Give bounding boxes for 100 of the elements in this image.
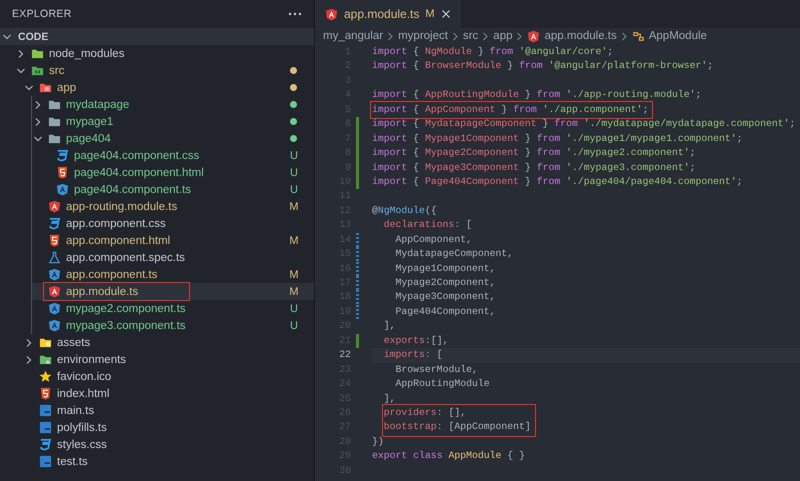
chevron-down-icon[interactable] <box>16 66 26 76</box>
code-line: declarations: [ <box>382 218 473 232</box>
html-file-icon <box>48 234 61 247</box>
chevron-right-icon[interactable] <box>33 116 43 126</box>
breadcrumb-item[interactable]: app.module.ts <box>544 30 617 42</box>
file-row[interactable]: page404.component.css U <box>32 147 314 164</box>
code-line: import { Mypage2Component } from './mypage2.component'; <box>372 146 696 160</box>
ts-file-icon <box>39 404 52 417</box>
chevron-right-icon[interactable] <box>24 354 34 364</box>
file-row[interactable]: favicon.ico <box>0 368 314 385</box>
git-status-label: M <box>288 268 300 280</box>
chevron-right-icon[interactable] <box>16 48 26 58</box>
angular-shield-icon <box>527 30 540 42</box>
breadcrumb-item[interactable]: myproject <box>398 30 448 42</box>
angular-shield-icon <box>56 183 69 196</box>
folder-icon <box>31 64 44 77</box>
more-icon[interactable] <box>288 12 302 16</box>
file-row[interactable]: main.ts <box>0 402 314 419</box>
breadcrumb-item[interactable]: my_angular <box>323 30 384 42</box>
code-line: import { Mypage1Component } from './mypage1/mypage1.component'; <box>372 132 744 146</box>
angular-shield-icon <box>48 200 61 213</box>
section-header[interactable]: CODE <box>0 28 314 45</box>
code-line: import { NgModule } from '@angular/core'; <box>372 45 614 59</box>
code-line: AppRoutingModule <box>394 377 491 392</box>
folder-icon <box>48 132 61 145</box>
folder-icon <box>39 336 52 349</box>
code-line: import { AppRoutingModule } from './app-routing.module'; <box>372 88 702 102</box>
folder-row[interactable]: src <box>0 62 314 79</box>
code-line: Page404Component, <box>394 304 496 319</box>
file-row[interactable]: polyfills.ts <box>0 419 314 436</box>
code-line: providers: [], <box>384 406 468 420</box>
module-symbol-icon <box>632 30 645 42</box>
flask-icon <box>48 251 61 264</box>
code-line: import { Page404Component } from './page404/page404.component'; <box>372 174 744 189</box>
star-icon <box>39 370 52 383</box>
code-line: ], <box>382 392 397 406</box>
breadcrumb-item[interactable]: src <box>462 30 478 42</box>
folder-row[interactable]: app <box>0 79 314 96</box>
file-row[interactable]: page404.component.html U <box>32 164 314 181</box>
folder-row[interactable]: mydatapage <box>32 96 314 113</box>
angular-shield-icon <box>325 8 338 20</box>
code-line: MydatapageComponent, <box>394 247 514 262</box>
close-icon[interactable] <box>440 9 451 19</box>
file-row[interactable]: page404.component.ts U <box>32 181 314 198</box>
file-row[interactable]: index.html <box>0 385 314 402</box>
chevron-right-icon <box>620 32 628 40</box>
git-status-label: U <box>289 184 299 196</box>
file-row[interactable]: mypage3.component.ts U <box>32 317 314 334</box>
angular-shield-icon <box>48 319 61 332</box>
file-row[interactable]: app-routing.module.ts M <box>32 198 314 215</box>
code-line: Mypage2Component, <box>394 276 496 290</box>
code-line: Mypage1Component, <box>394 262 496 276</box>
file-row[interactable]: app.component.ts M <box>32 266 314 283</box>
folder-row[interactable]: node_modules <box>0 45 314 62</box>
git-status-label: U <box>289 302 299 314</box>
code-line: import { AppComponent } from './app.component'; <box>372 102 648 117</box>
code-line: import { Mypage3Component } from './mypage3.component'; <box>372 160 696 174</box>
code-line: @NgModule({ <box>372 204 438 218</box>
html-file-icon <box>56 166 69 179</box>
folder-row[interactable]: assets <box>0 334 314 351</box>
file-row[interactable]: mypage2.component.ts U <box>32 300 314 317</box>
explorer-title: EXPLORER <box>12 8 72 20</box>
chevron-right-icon[interactable] <box>24 338 34 348</box>
chevron-right-icon <box>387 32 394 40</box>
angular-shield-icon <box>48 285 61 298</box>
code-line: exports:[], <box>382 334 450 348</box>
chevron-right-icon <box>516 32 524 40</box>
chevron-down-icon[interactable] <box>24 82 34 92</box>
chevron-right-icon <box>482 32 490 40</box>
modified-indicator: M <box>425 8 435 20</box>
breadcrumb-item[interactable]: AppModule <box>648 30 707 42</box>
editor-tab[interactable]: app.module.ts M <box>315 0 461 28</box>
file-row[interactable]: app.module.ts M <box>32 283 314 300</box>
file-row[interactable]: test.ts <box>0 453 314 470</box>
code-line: ], <box>382 319 397 334</box>
file-row[interactable]: app.component.spec.ts <box>32 249 314 266</box>
folder-icon <box>31 47 44 60</box>
html-file-icon <box>39 387 52 400</box>
angular-shield-icon <box>48 268 61 281</box>
folder-icon <box>48 98 61 111</box>
angular-shield-icon <box>48 302 61 315</box>
chevron-down-icon[interactable] <box>2 32 12 42</box>
folder-row[interactable]: page404 <box>32 130 314 147</box>
file-row[interactable]: app.component.css <box>32 215 314 232</box>
git-status-label: U <box>289 166 299 178</box>
code-line: AppComponent, <box>394 232 473 247</box>
css-file-icon <box>39 438 52 451</box>
ts-file-icon <box>39 455 52 468</box>
line-number: 22 <box>338 348 351 362</box>
folder-icon <box>39 81 52 94</box>
folder-row[interactable]: mypage1 <box>32 113 314 130</box>
file-row[interactable]: styles.css <box>0 436 314 453</box>
file-row[interactable]: app.component.html M <box>32 232 314 249</box>
chevron-down-icon[interactable] <box>33 134 43 144</box>
git-status-label: U <box>289 150 299 162</box>
git-status-label: M <box>288 234 300 246</box>
folder-row[interactable]: environments <box>0 351 314 368</box>
css-file-icon <box>48 217 61 230</box>
chevron-right-icon[interactable] <box>33 100 43 110</box>
breadcrumb-item[interactable]: app <box>493 30 512 42</box>
